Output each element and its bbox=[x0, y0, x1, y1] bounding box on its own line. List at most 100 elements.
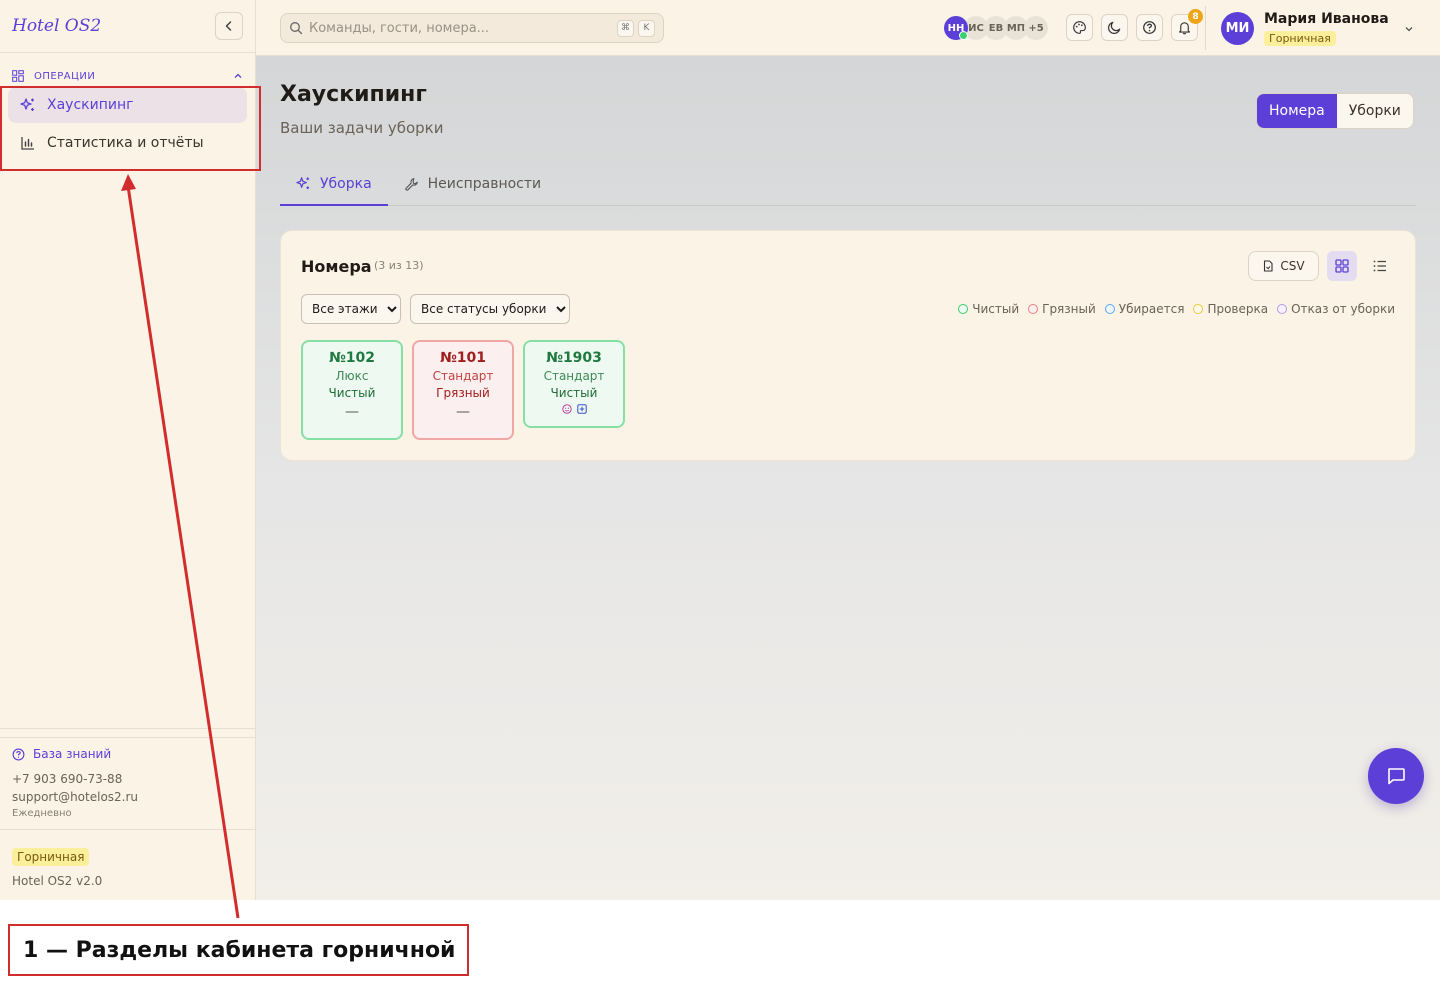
chat-button[interactable] bbox=[1368, 748, 1424, 804]
legend-label: Отказ от уборки bbox=[1291, 302, 1395, 316]
cleaning-status-filter[interactable]: Все статусы уборки bbox=[410, 294, 570, 324]
help-circle-icon bbox=[1143, 21, 1156, 34]
knowledge-base-link[interactable]: База знаний bbox=[12, 747, 243, 761]
list-icon bbox=[1373, 260, 1386, 272]
help-button[interactable] bbox=[1136, 14, 1163, 41]
notifications-button[interactable]: 8 bbox=[1171, 9, 1203, 41]
online-users[interactable]: НН ИС ЕВ МП +5 bbox=[944, 16, 1048, 40]
section-operations[interactable]: ОПЕРАЦИИ bbox=[0, 69, 255, 83]
topbar-actions: 8 bbox=[1066, 9, 1203, 41]
tab-label: Уборка bbox=[320, 175, 372, 192]
csv-label: CSV bbox=[1280, 259, 1305, 273]
grid-view-button[interactable] bbox=[1327, 251, 1357, 281]
dark-mode-button[interactable] bbox=[1101, 14, 1128, 41]
view-switch: Номера Уборки bbox=[1256, 93, 1414, 129]
sidebar-header: Hotel OS2 bbox=[0, 0, 255, 53]
search-input[interactable] bbox=[309, 20, 599, 36]
room-number: №102 bbox=[328, 350, 376, 366]
support-block: База знаний +7 903 690-73-88 support@hot… bbox=[0, 737, 255, 819]
moon-icon bbox=[1107, 21, 1121, 35]
grid-icon bbox=[1335, 259, 1349, 273]
role-block: Горничная Hotel OS2 v2.0 bbox=[0, 829, 255, 900]
main-content: ⌘ K НН ИС ЕВ МП +5 bbox=[256, 0, 1440, 900]
tab-malfunctions[interactable]: Неисправности bbox=[388, 163, 557, 205]
tab-label: Неисправности bbox=[427, 176, 542, 192]
add-task-icon bbox=[576, 404, 587, 414]
room-card[interactable]: №101 Стандарт Грязный — bbox=[412, 340, 514, 440]
search-icon bbox=[290, 22, 303, 35]
status-dot bbox=[1277, 304, 1288, 314]
app-version: Hotel OS2 v2.0 bbox=[12, 874, 103, 888]
chevron-up-icon bbox=[234, 73, 242, 78]
more-users-count[interactable]: +5 bbox=[1024, 16, 1048, 40]
theme-palette-button[interactable] bbox=[1066, 14, 1093, 41]
chat-bubble-icon bbox=[1388, 768, 1405, 785]
status-dot bbox=[1104, 304, 1115, 314]
room-number: №101 bbox=[439, 350, 487, 366]
status-dot bbox=[1193, 304, 1204, 314]
status-legend: Чистый Грязный Убирается Проверка Отказ … bbox=[958, 302, 1395, 316]
room-type: Люкс bbox=[335, 369, 369, 383]
kbd-k: K bbox=[638, 19, 655, 37]
legend-item: Проверка bbox=[1193, 302, 1268, 316]
collapse-sidebar-button[interactable] bbox=[215, 12, 243, 40]
legend-item: Отказ от уборки bbox=[1277, 302, 1395, 316]
floor-filter[interactable]: Все этажи bbox=[301, 294, 401, 324]
page-title: Хаускипинг bbox=[280, 82, 427, 107]
role-badge: Горничная bbox=[12, 848, 90, 866]
filters: Все этажи Все статусы уборки bbox=[301, 294, 570, 324]
room-status: Чистый bbox=[328, 386, 376, 400]
user-name: Мария Иванова bbox=[1264, 11, 1389, 27]
kbd-cmd: ⌘ bbox=[617, 19, 634, 37]
segment-cleanings[interactable]: Уборки bbox=[1337, 94, 1413, 128]
chevron-left-icon bbox=[225, 21, 232, 31]
user-info: Мария Иванова Горничная bbox=[1264, 11, 1389, 46]
knowledge-base-label: База знаний bbox=[33, 747, 112, 761]
file-icon bbox=[1264, 260, 1273, 272]
search-box[interactable]: ⌘ K bbox=[280, 13, 664, 43]
room-grid: №102 Люкс Чистый — №101 Стандарт Грязный… bbox=[301, 340, 625, 440]
support-email[interactable]: support@hotelos2.ru bbox=[12, 788, 243, 806]
room-type: Стандарт bbox=[543, 369, 605, 383]
user-avatar: МИ bbox=[1221, 12, 1254, 45]
room-status: Чистый bbox=[550, 386, 598, 400]
status-dot bbox=[958, 304, 969, 314]
room-assignee: — bbox=[345, 404, 359, 420]
card-title: Номера bbox=[301, 257, 372, 276]
rooms-card: Номера (3 из 13) CSV Все этажи Все стату… bbox=[280, 230, 1416, 461]
annotation-highlight-box bbox=[0, 86, 261, 171]
legend-label: Чистый bbox=[972, 302, 1020, 316]
topbar-divider bbox=[1205, 6, 1206, 50]
support-schedule: Ежедневно bbox=[12, 808, 72, 819]
segment-rooms[interactable]: Номера bbox=[1257, 94, 1337, 128]
tabs: Уборка Неисправности bbox=[280, 163, 1416, 206]
user-menu[interactable]: МИ Мария Иванова Горничная bbox=[1221, 11, 1415, 46]
legend-label: Убирается bbox=[1118, 302, 1185, 316]
wrench-icon bbox=[404, 177, 418, 191]
list-view-button[interactable] bbox=[1365, 251, 1395, 281]
brand-logo[interactable]: Hotel OS2 bbox=[12, 16, 101, 36]
legend-item: Убирается bbox=[1104, 302, 1185, 316]
rooms-count: (3 из 13) bbox=[374, 259, 424, 272]
room-card[interactable]: №1903 Стандарт Чистый bbox=[523, 340, 625, 428]
chevron-down-icon bbox=[1405, 26, 1413, 31]
legend-item: Грязный bbox=[1028, 302, 1096, 316]
support-phone[interactable]: +7 903 690-73-88 bbox=[12, 770, 243, 788]
tab-cleaning[interactable]: Уборка bbox=[280, 163, 388, 206]
legend-label: Грязный bbox=[1042, 302, 1096, 316]
room-status: Грязный bbox=[436, 386, 490, 400]
avatar[interactable]: НН bbox=[944, 16, 968, 40]
annotation-caption: 1 — Разделы кабинета горничной bbox=[8, 924, 469, 976]
page-subtitle: Ваши задачи уборки bbox=[280, 119, 444, 137]
shortcut-hint: ⌘ K bbox=[617, 19, 655, 37]
guest-face-icon bbox=[561, 404, 572, 414]
room-type: Стандарт bbox=[432, 369, 494, 383]
sidebar-footer: База знаний +7 903 690-73-88 support@hot… bbox=[0, 737, 255, 900]
dashboard-icon bbox=[12, 70, 24, 82]
palette-icon bbox=[1073, 21, 1086, 34]
status-dot bbox=[1028, 304, 1039, 314]
room-number: №1903 bbox=[546, 350, 602, 366]
room-assignee: — bbox=[456, 404, 470, 420]
room-card[interactable]: №102 Люкс Чистый — bbox=[301, 340, 403, 440]
export-csv-button[interactable]: CSV bbox=[1248, 251, 1319, 281]
